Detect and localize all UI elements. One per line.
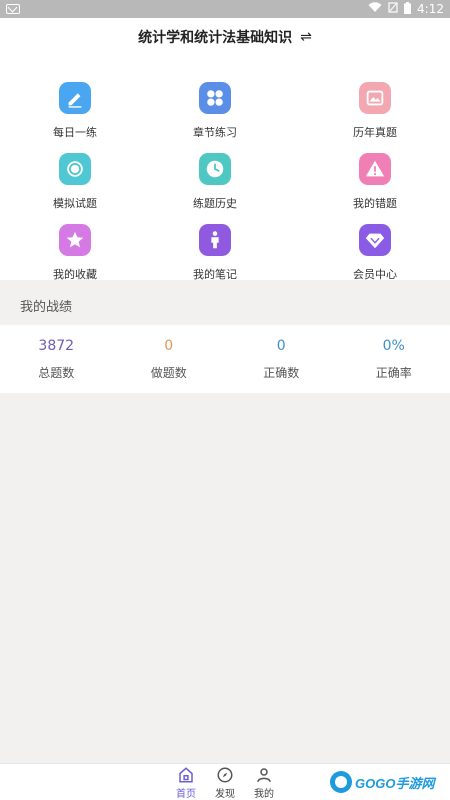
grid-item-label: 章节练习 [193, 126, 237, 139]
grid-item-label: 练题历史 [193, 197, 237, 210]
grid-item-clock[interactable]: 练题历史 [155, 143, 275, 210]
stat-value: 0 [276, 337, 286, 354]
tab-home[interactable]: 首页 [166, 766, 206, 800]
status-time: 4:12 [417, 2, 444, 16]
home-icon [166, 766, 206, 784]
stat-item: 0 做题数 [113, 338, 226, 381]
signal-icon [388, 2, 398, 16]
grid-item-sun[interactable]: 模拟试题 [15, 143, 135, 210]
grid-item-label: 我的错题 [353, 197, 397, 210]
grid-item-grid[interactable]: 章节练习 [155, 72, 275, 139]
stat-label: 做题数 [150, 365, 187, 380]
watermark-icon [330, 771, 352, 793]
grid-item-label: 我的收藏 [53, 268, 97, 281]
person-icon [199, 224, 231, 256]
stat-item: 3872 总题数 [0, 338, 113, 381]
tab-label: 首页 [176, 789, 196, 800]
status-bar: 4:12 [0, 0, 450, 18]
stat-value: 0 [164, 337, 174, 354]
grid-item-diamond[interactable]: 会员中心 [315, 214, 435, 281]
user-icon [244, 766, 284, 784]
swap-icon[interactable]: ⇌ [300, 29, 312, 45]
stat-value: 0% [382, 337, 405, 354]
stat-item: 0% 正确率 [338, 338, 450, 381]
star-icon [59, 224, 91, 256]
wifi-icon [368, 2, 382, 16]
grid-item-image[interactable]: 历年真题 [315, 72, 435, 139]
app-header: 统计学和统计法基础知识 ⇌ [0, 18, 450, 56]
grid-icon [199, 82, 231, 114]
grid-item-pencil[interactable]: 每日一练 [15, 72, 135, 139]
grid-item-label: 模拟试题 [53, 197, 97, 210]
warning-icon [359, 153, 391, 185]
grid-padding [0, 56, 450, 66]
grid-item-label: 历年真题 [353, 126, 397, 139]
tab-compass[interactable]: 发现 [205, 766, 245, 800]
grid-item-person[interactable]: 我的笔记 [155, 214, 275, 281]
grid-item-star[interactable]: 我的收藏 [15, 214, 135, 281]
watermark-logo: GOGO手游网 [330, 768, 445, 796]
stats-row: 3872 总题数 0 做题数 0 正确数 0% 正确率 [0, 325, 450, 393]
compass-icon [205, 766, 245, 784]
grid-item-label: 每日一练 [53, 126, 97, 139]
feature-grid: 每日一练 章节练习 历年真题模拟试题 练题历史 我的错题我的收藏 我的笔记 会员中心 [0, 66, 450, 281]
diamond-icon [359, 224, 391, 256]
tab-label: 发现 [215, 789, 235, 800]
tab-user[interactable]: 我的 [244, 766, 284, 800]
grid-item-label: 会员中心 [353, 268, 397, 281]
battery-icon [404, 1, 412, 17]
stat-label: 正确数 [263, 365, 300, 380]
record-section: 我的战绩 3872 总题数 0 做题数 0 正确数 0% 正确率 [0, 285, 450, 393]
stat-item: 0 正确数 [225, 338, 338, 381]
sun-icon [59, 153, 91, 185]
pencil-icon [59, 82, 91, 114]
grid-item-label: 我的笔记 [193, 268, 237, 281]
page-title: 统计学和统计法基础知识 [138, 30, 293, 46]
stat-value: 3872 [38, 337, 75, 354]
clock-icon [199, 153, 231, 185]
watermark-text: GOGO手游网 [355, 775, 435, 791]
image-icon [359, 82, 391, 114]
tab-label: 我的 [254, 789, 274, 800]
record-title: 我的战绩 [0, 285, 450, 325]
stat-label: 正确率 [375, 365, 412, 380]
mail-icon [6, 4, 20, 14]
stat-label: 总题数 [38, 365, 75, 380]
grid-item-warning[interactable]: 我的错题 [315, 143, 435, 210]
